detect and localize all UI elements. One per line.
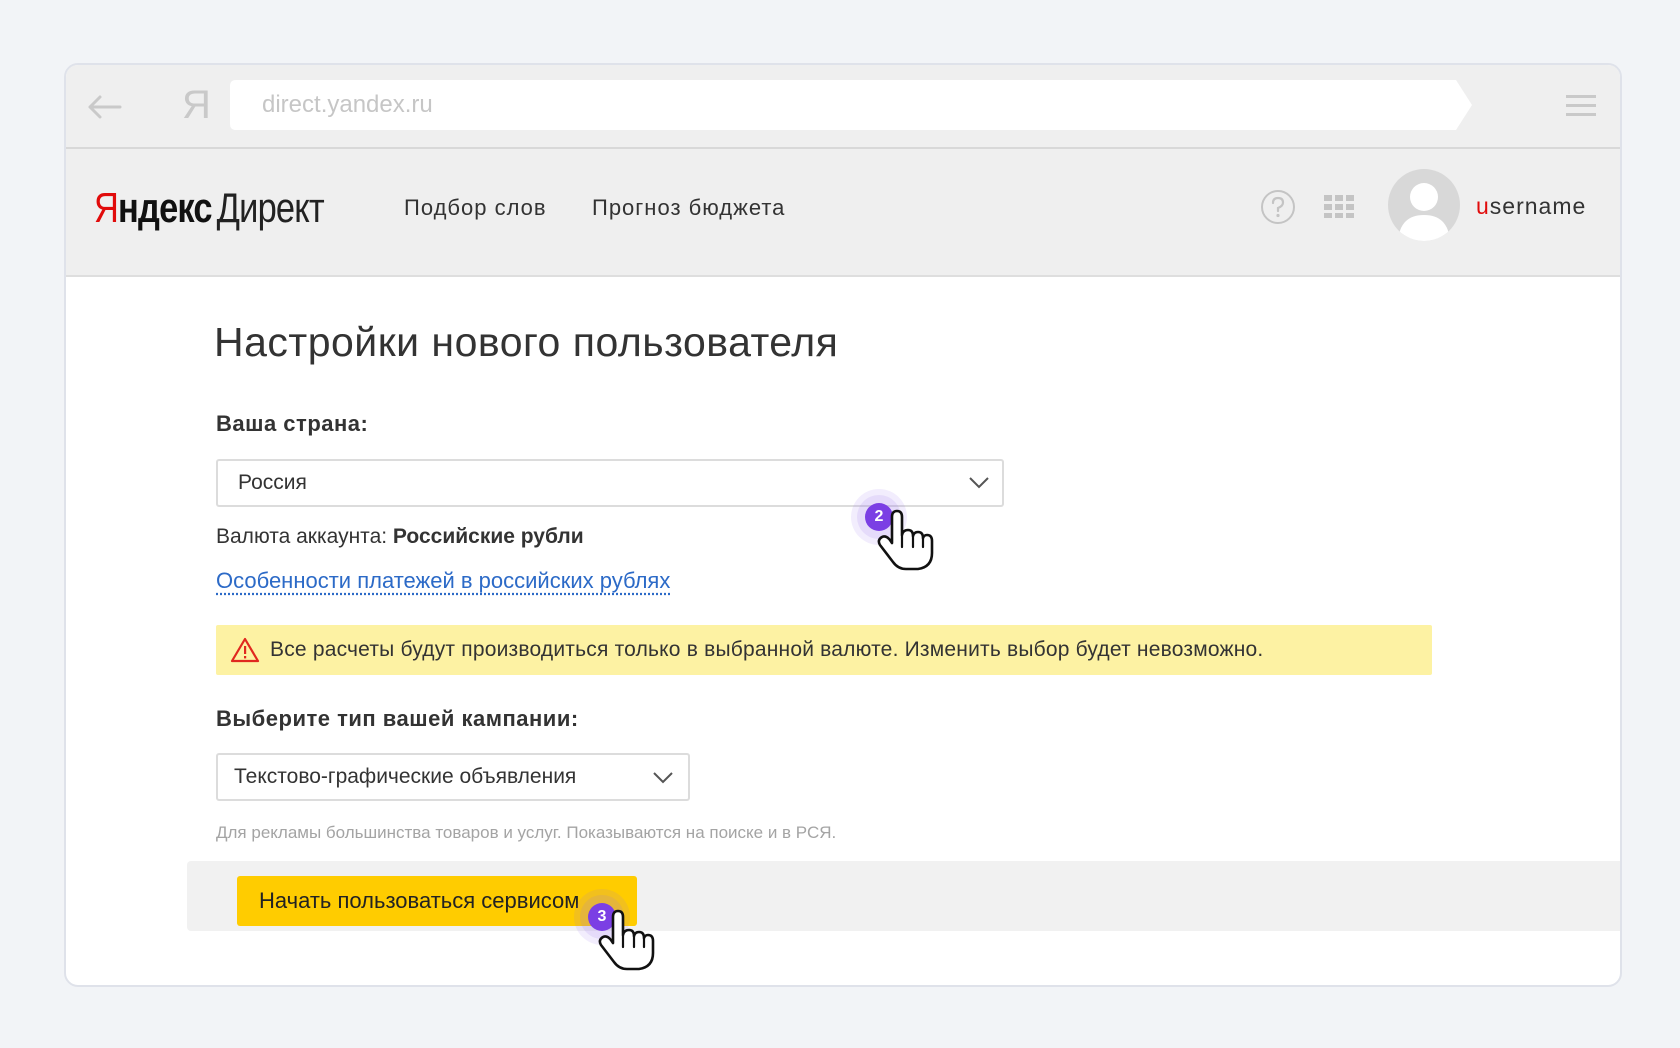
username-rest: sername <box>1489 193 1587 219</box>
browser-window: Я direct.yandex.ru Яндекс Директ Подбор с… <box>64 63 1622 987</box>
payment-details-link[interactable]: Особенности платежей в российских рублях <box>216 568 670 594</box>
campaign-type-label: Выберите тип вашей кампании: <box>216 706 579 731</box>
page-title: Настройки нового пользователя <box>214 319 839 365</box>
user-silhouette-icon <box>1398 183 1450 241</box>
hamburger-menu-icon[interactable] <box>1566 91 1596 121</box>
url-text: direct.yandex.ru <box>262 91 433 118</box>
pointer-hand-icon <box>877 509 934 571</box>
campaign-type-value: Текстово-графические объявления <box>234 765 577 788</box>
warning-text: Все расчеты будут производиться только в… <box>270 638 1264 661</box>
currency-label: Валюта аккаунта: <box>216 525 393 548</box>
campaign-type-select[interactable]: Текстово-графические объявления <box>216 753 690 801</box>
apps-grid-icon[interactable] <box>1324 193 1354 219</box>
browser-toolbar: Я direct.yandex.ru <box>66 65 1620 149</box>
logo-ya: Я <box>94 184 119 231</box>
campaign-type-hint: Для рекламы большинства товаров и услуг.… <box>216 823 837 842</box>
logo-direct: Директ <box>216 184 325 231</box>
currency-value: Российские рубли <box>392 525 584 548</box>
username-first-letter: u <box>1476 193 1490 219</box>
help-icon[interactable] <box>1260 189 1296 225</box>
chevron-down-icon <box>653 772 673 784</box>
nav-word-selection[interactable]: Подбор слов <box>404 195 547 221</box>
chevron-down-icon <box>969 477 989 489</box>
country-select-value: Россия <box>238 471 307 494</box>
country-label: Ваша страна: <box>216 411 369 436</box>
account-currency: Валюта аккаунта: Российские рубли <box>216 525 584 549</box>
avatar[interactable] <box>1388 169 1460 241</box>
back-arrow-icon[interactable] <box>84 87 124 127</box>
address-bar[interactable]: direct.yandex.ru <box>230 80 1472 130</box>
yandex-browser-icon[interactable]: Я <box>182 79 211 131</box>
pointer-hand-icon <box>598 909 655 971</box>
nav-budget-forecast[interactable]: Прогноз бюджета <box>592 195 785 221</box>
currency-warning: Все расчеты будут производиться только в… <box>216 625 1432 675</box>
yandex-direct-logo[interactable]: Яндекс Директ <box>94 181 325 235</box>
username[interactable]: username <box>1476 193 1586 220</box>
warning-icon <box>230 637 260 663</box>
start-service-button[interactable]: Начать пользоваться сервисом <box>237 876 637 926</box>
logo-ndex: ндекс <box>118 184 212 231</box>
app-header: Яндекс Директ Подбор слов Прогноз бюджета… <box>66 149 1620 277</box>
